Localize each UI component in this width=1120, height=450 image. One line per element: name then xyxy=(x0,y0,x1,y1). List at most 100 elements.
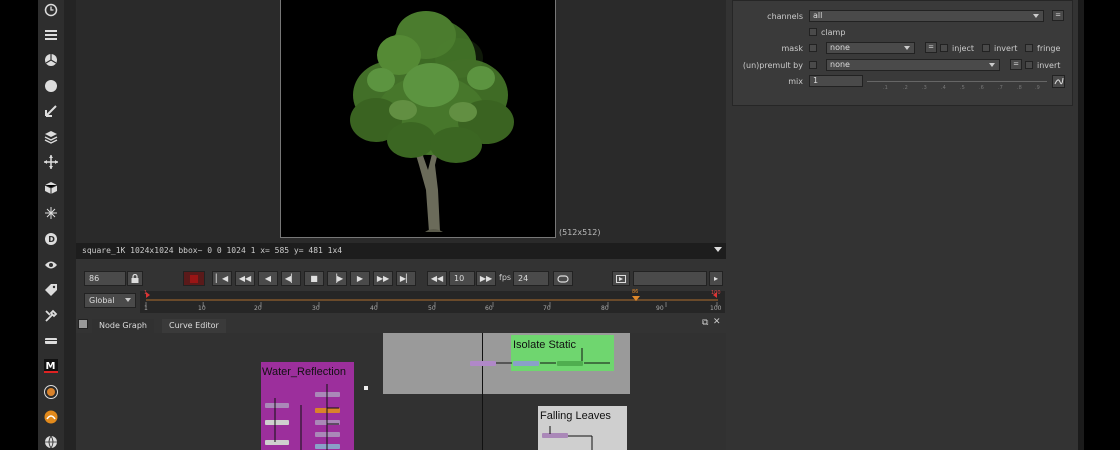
viewer-info-bar: square_1K 1024x1024 bbox~ 0 0 1024 1 x= … xyxy=(76,243,726,259)
chevron-down-icon xyxy=(989,63,995,67)
float-panel-icon[interactable]: ⧉ xyxy=(702,318,708,328)
timeline-tick-label: 100 xyxy=(710,305,722,312)
channels-options-button[interactable]: = xyxy=(1052,10,1064,21)
channels-select[interactable]: all xyxy=(809,10,1044,22)
node-connections xyxy=(496,348,610,364)
backdrop-label: Water_Reflection xyxy=(262,366,346,378)
inject-label: inject xyxy=(952,44,974,53)
tab-node-graph[interactable]: Node Graph xyxy=(92,319,154,333)
deep-icon[interactable]: D xyxy=(43,231,59,247)
slider-tick-label: .5 xyxy=(960,85,965,91)
svg-text:M: M xyxy=(46,361,56,372)
fps-label: fps xyxy=(499,273,512,282)
slider-tick-label: .6 xyxy=(979,85,984,91)
stack-icon[interactable] xyxy=(43,129,59,145)
strip-icon[interactable] xyxy=(43,333,59,349)
viewer-frame[interactable] xyxy=(280,0,556,238)
unpremult-options-button[interactable]: = xyxy=(1010,59,1022,70)
clock-icon[interactable] xyxy=(43,2,59,18)
stop-button[interactable]: ■ xyxy=(304,271,324,286)
panel-divider xyxy=(64,0,76,450)
timeline-tick-label: 1 xyxy=(144,305,148,312)
plugin-o-icon[interactable] xyxy=(43,384,59,400)
circle-icon[interactable] xyxy=(43,78,59,94)
timeline-tick-label: 80 xyxy=(601,305,609,312)
fps-field[interactable]: 24 xyxy=(513,271,549,286)
viewer-link-line xyxy=(482,333,483,450)
slider-tick-label: .9 xyxy=(1035,85,1040,91)
eye-icon[interactable] xyxy=(43,257,59,273)
timeline-tick-label: 70 xyxy=(543,305,551,312)
node-toolbar: D M xyxy=(38,0,64,450)
invert-unpremult-checkbox[interactable] xyxy=(1025,61,1033,69)
invert-mask-checkbox[interactable] xyxy=(982,44,990,52)
svg-text:D: D xyxy=(48,235,55,244)
last-frame-button[interactable]: ▶▏ xyxy=(396,271,416,286)
timeline-tick-label: 20 xyxy=(254,305,262,312)
previous-keyframe-button[interactable]: ◀◀ xyxy=(235,271,255,286)
color-wheel-icon[interactable] xyxy=(43,52,59,68)
lock-icon[interactable] xyxy=(127,271,143,286)
unpremult-checkbox[interactable] xyxy=(809,61,817,69)
current-frame-field[interactable]: 86 xyxy=(84,271,126,286)
mix-slider[interactable] xyxy=(867,81,1047,82)
play-backward-button[interactable]: ◀▏ xyxy=(281,271,301,286)
plugin-flame-icon[interactable] xyxy=(43,409,59,425)
mask-checkbox[interactable] xyxy=(809,44,817,52)
slider-tick-label: .8 xyxy=(1017,85,1022,91)
slider-tick-label: .2 xyxy=(903,85,908,91)
mask-options-button[interactable]: = xyxy=(925,42,937,53)
unpremult-select[interactable]: none xyxy=(826,59,1000,71)
sphere-icon[interactable] xyxy=(43,434,59,450)
channels-value: all xyxy=(813,11,823,20)
scope-select[interactable]: Global xyxy=(84,293,136,308)
timeline-tick-label: 30 xyxy=(312,305,320,312)
node[interactable] xyxy=(470,361,496,366)
compare-field[interactable] xyxy=(633,271,707,286)
filter-icon[interactable] xyxy=(43,103,59,119)
clamp-checkbox[interactable] xyxy=(809,28,817,36)
fringe-checkbox[interactable] xyxy=(1025,44,1033,52)
layers-icon[interactable] xyxy=(43,27,59,43)
tag-icon[interactable] xyxy=(43,282,59,298)
record-button[interactable] xyxy=(183,271,205,286)
panel-menu-icon[interactable] xyxy=(78,319,88,329)
cube-icon[interactable] xyxy=(43,180,59,196)
clamp-label: clamp xyxy=(821,28,846,37)
fringe-label: fringe xyxy=(1037,44,1061,53)
step-back-button[interactable]: ◀ xyxy=(258,271,278,286)
slider-tick-label: .4 xyxy=(941,85,946,91)
mix-label: mix xyxy=(788,77,803,86)
m-plugin-icon[interactable]: M xyxy=(43,358,59,374)
unpremult-label: (un)premult by xyxy=(742,61,803,70)
close-panel-icon[interactable]: ✕ xyxy=(713,317,721,327)
chevron-down-icon xyxy=(125,298,131,302)
chevron-down-icon xyxy=(904,46,910,50)
out-marker-label: 100 xyxy=(711,290,721,296)
particles-icon[interactable] xyxy=(43,205,59,221)
invert-label: invert xyxy=(994,44,1018,53)
tab-curve-editor[interactable]: Curve Editor xyxy=(162,319,226,333)
info-dropdown-icon[interactable] xyxy=(714,247,722,252)
first-frame-button[interactable]: ▏◀ xyxy=(212,271,232,286)
play-range-menu-button[interactable]: ▸ xyxy=(709,271,723,286)
next-keyframe-button[interactable]: ▶▶ xyxy=(373,271,393,286)
invert-label: invert xyxy=(1037,61,1061,70)
timeline-tick-label: 60 xyxy=(485,305,493,312)
increment-field[interactable]: 10 xyxy=(449,271,475,286)
slider-tick-label: .1 xyxy=(883,85,888,91)
tools-icon[interactable] xyxy=(43,308,59,324)
mask-select[interactable]: none xyxy=(826,42,915,54)
curve-icon[interactable] xyxy=(1052,75,1065,88)
skip-back-button[interactable]: ◀◀ xyxy=(427,271,447,286)
transform-icon[interactable] xyxy=(43,154,59,170)
tree-image xyxy=(350,11,514,232)
flipbook-button[interactable] xyxy=(612,271,630,286)
loop-button[interactable] xyxy=(553,271,573,286)
play-forward-button[interactable]: ▕▶ xyxy=(327,271,347,286)
skip-forward-button[interactable]: ▶▶ xyxy=(476,271,496,286)
inject-checkbox[interactable] xyxy=(940,44,948,52)
step-forward-button[interactable]: ▶ xyxy=(350,271,370,286)
letterbox-right xyxy=(1084,0,1120,450)
mix-field[interactable]: 1 xyxy=(809,75,863,87)
